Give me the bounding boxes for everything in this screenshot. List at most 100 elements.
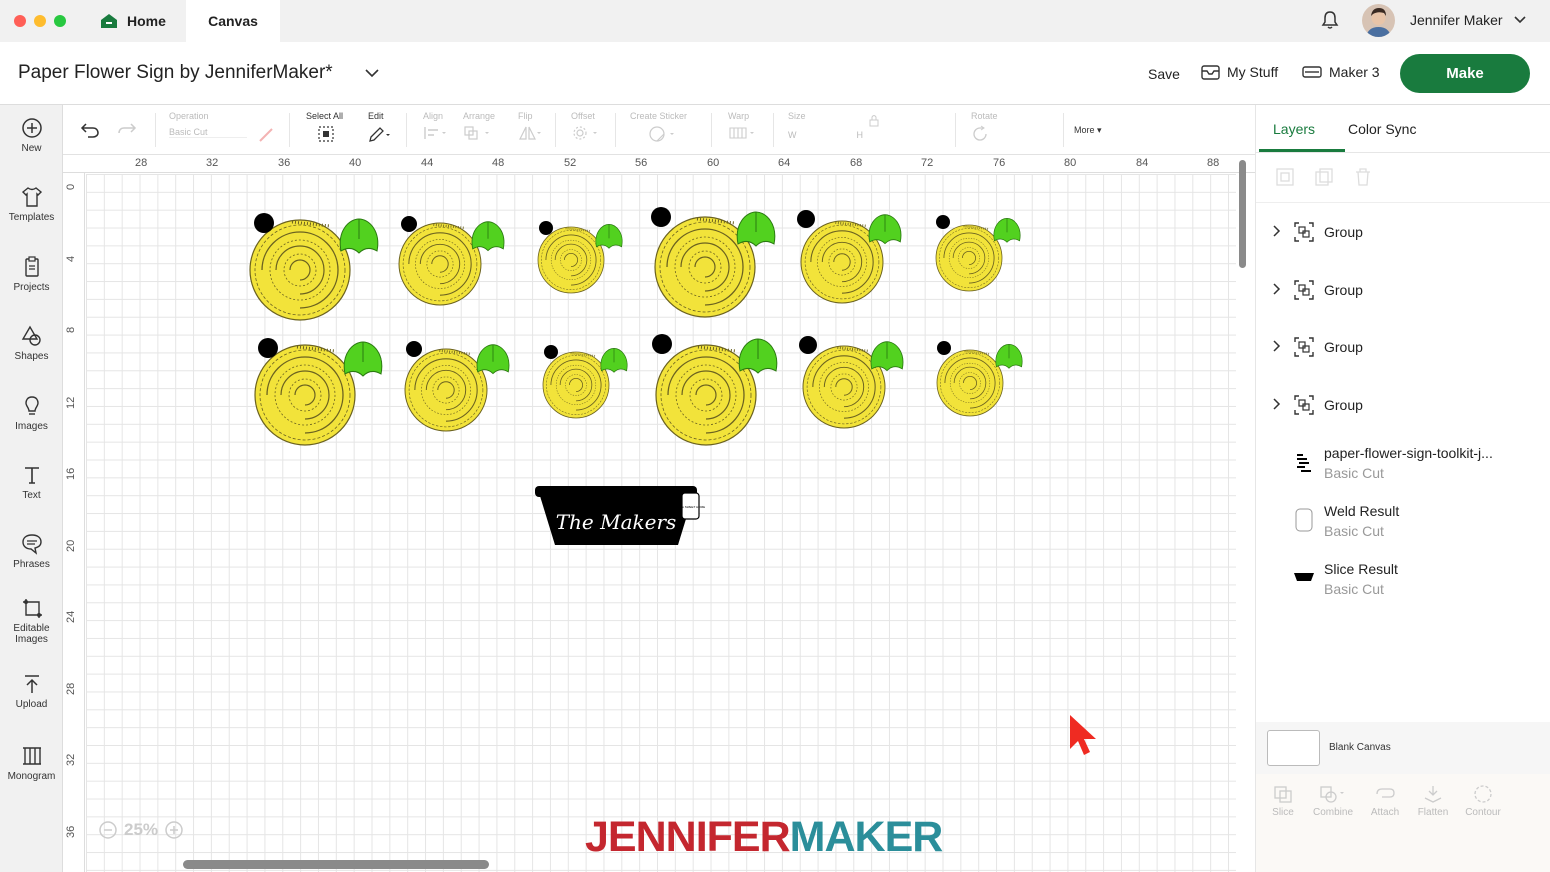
attach-button[interactable]: Attach (1358, 784, 1412, 818)
horizontal-scrollbar[interactable] (183, 860, 489, 869)
leaf[interactable] (870, 341, 904, 372)
tab-home[interactable]: Home (100, 0, 166, 42)
layer-row[interactable]: Slice Result Basic Cut (1256, 551, 1550, 607)
lock-icon[interactable] (869, 114, 879, 127)
make-button[interactable]: Make (1400, 54, 1530, 93)
design-artwork[interactable]: The Makers HOME SWEET HOME (63, 155, 1255, 872)
operation-dropdown[interactable]: Operation Basic Cut (169, 111, 247, 138)
my-stuff-button[interactable]: My Stuff (1201, 64, 1278, 80)
notification-bell-icon[interactable] (1320, 10, 1340, 30)
sidebar-item-phrases[interactable]: Phrases (0, 533, 63, 570)
group-icon[interactable] (1275, 167, 1295, 187)
contour-button[interactable]: Contour (1456, 784, 1510, 818)
leaf[interactable] (995, 344, 1023, 369)
leaf[interactable] (476, 344, 510, 375)
slice-button[interactable]: Slice (1256, 784, 1310, 818)
maximize-window-button[interactable] (54, 15, 66, 27)
chevron-right-icon[interactable] (1271, 339, 1281, 353)
edit-dropdown[interactable]: Edit (368, 111, 392, 145)
redo-icon[interactable] (117, 122, 137, 138)
sidebar-item-text[interactable]: Text (0, 464, 63, 501)
sidebar-item-monogram[interactable]: Monogram (0, 745, 63, 782)
flip-dropdown[interactable]: Flip (518, 111, 544, 143)
layer-row[interactable]: Group (1256, 204, 1550, 260)
vertical-scrollbar[interactable] (1239, 160, 1246, 268)
flower-center-circle[interactable] (651, 207, 671, 227)
leaf[interactable] (471, 221, 505, 252)
blank-canvas-thumbnail[interactable] (1267, 730, 1320, 766)
flower-center-circle[interactable] (797, 210, 815, 228)
sidebar-item-templates[interactable]: Templates (0, 186, 63, 223)
flower-group[interactable] (935, 224, 1003, 292)
machine-button[interactable]: Maker 3 (1302, 64, 1380, 80)
select-all-button[interactable]: Select All (306, 111, 343, 145)
chevron-right-icon[interactable] (1271, 282, 1281, 296)
flower-center-circle[interactable] (937, 341, 951, 355)
height-input[interactable]: H (857, 130, 864, 140)
leaf[interactable] (993, 218, 1021, 243)
sidebar-item-upload[interactable]: Upload (0, 673, 63, 710)
align-dropdown[interactable]: Align (423, 111, 449, 143)
offset-dropdown[interactable]: Offset (571, 111, 601, 143)
chevron-down-icon[interactable] (364, 67, 380, 79)
warp-dropdown[interactable]: Warp (728, 111, 758, 143)
flower-center-circle[interactable] (539, 221, 553, 235)
flower-center-circle[interactable] (406, 341, 422, 357)
flower-center-circle[interactable] (544, 345, 558, 359)
create-sticker-button[interactable]: Create Sticker (630, 111, 687, 145)
zoom-in-icon[interactable] (164, 820, 184, 840)
duplicate-icon[interactable] (1314, 167, 1334, 187)
delete-icon[interactable] (1353, 167, 1373, 187)
combine-button[interactable]: Combine (1306, 784, 1360, 818)
leaf[interactable] (736, 211, 776, 247)
zoom-out-icon[interactable] (98, 820, 118, 840)
arrange-dropdown[interactable]: Arrange (463, 111, 495, 143)
sidebar-item-projects[interactable]: Projects (0, 256, 63, 293)
layer-row[interactable]: paper-flower-sign-toolkit-j... Basic Cut (1256, 435, 1550, 491)
flower-group[interactable] (537, 226, 605, 294)
flower-center-circle[interactable] (401, 216, 417, 232)
flower-center-circle[interactable] (258, 338, 278, 358)
flower-group[interactable] (253, 343, 357, 447)
avatar[interactable] (1362, 4, 1395, 37)
flower-group[interactable] (397, 221, 483, 307)
leaf[interactable] (868, 214, 902, 245)
project-title[interactable]: Paper Flower Sign by JenniferMaker* (18, 62, 333, 84)
blank-canvas-row[interactable]: Blank Canvas (1256, 722, 1550, 774)
leaf[interactable] (595, 224, 623, 249)
flatten-button[interactable]: Flatten (1406, 784, 1460, 818)
layer-row[interactable]: Group (1256, 262, 1550, 318)
minimize-window-button[interactable] (34, 15, 46, 27)
leaf[interactable] (339, 218, 379, 254)
layer-row[interactable]: Weld Result Basic Cut (1256, 493, 1550, 549)
width-input[interactable]: W (788, 130, 797, 140)
leaf[interactable] (738, 338, 778, 374)
pen-color-icon[interactable] (258, 127, 274, 143)
layer-row[interactable]: Group (1256, 319, 1550, 375)
flower-group[interactable] (248, 218, 352, 322)
sidebar-item-new[interactable]: New (0, 117, 63, 154)
sidebar-item-shapes[interactable]: Shapes (0, 325, 63, 362)
more-dropdown[interactable]: More ▾ (1074, 125, 1102, 136)
sidebar-item-editable-images[interactable]: Editable Images (0, 597, 63, 645)
flower-center-circle[interactable] (652, 334, 672, 354)
leaf[interactable] (343, 341, 383, 377)
undo-icon[interactable] (80, 122, 100, 138)
leaf[interactable] (600, 348, 628, 373)
close-window-button[interactable] (14, 15, 26, 27)
design-canvas[interactable]: 28 32 36 40 44 48 52 56 60 64 68 72 76 8… (63, 155, 1255, 872)
flower-center-circle[interactable] (254, 213, 274, 233)
flower-group[interactable] (936, 349, 1004, 417)
tab-canvas[interactable]: Canvas (186, 0, 280, 42)
layer-row[interactable]: Group (1256, 377, 1550, 433)
rotate-control[interactable]: Rotate (971, 111, 998, 145)
flower-center-circle[interactable] (799, 336, 817, 354)
chevron-down-icon[interactable] (1513, 13, 1527, 27)
flower-center-circle[interactable] (936, 215, 950, 229)
chevron-right-icon[interactable] (1271, 397, 1281, 411)
sidebar-item-images[interactable]: Images (0, 395, 63, 432)
flower-group[interactable] (403, 347, 489, 433)
save-button[interactable]: Save (1148, 66, 1180, 82)
flower-group[interactable] (542, 351, 610, 419)
tab-layers[interactable]: Layers (1273, 121, 1315, 137)
